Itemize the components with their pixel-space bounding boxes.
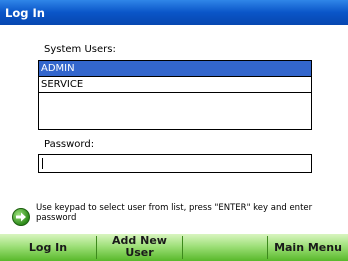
bottom-toolbar: Log In Add New User Main Menu — [0, 234, 348, 261]
add-new-user-button-label: Add New User — [112, 234, 167, 259]
main-menu-button[interactable]: Main Menu — [268, 234, 348, 261]
password-field[interactable] — [38, 154, 312, 173]
system-users-label: System Users: — [44, 44, 116, 55]
main-menu-button-label: Main Menu — [274, 241, 342, 254]
window-title: Log In — [5, 6, 45, 20]
help-hint: Use keypad to select user from list, pre… — [12, 203, 342, 230]
add-new-user-button[interactable]: Add New User — [97, 234, 182, 261]
blank-softkey[interactable] — [183, 234, 267, 261]
help-text: Use keypad to select user from list, pre… — [36, 203, 313, 223]
user-list[interactable]: ADMIN SERVICE — [38, 60, 312, 130]
user-list-item-service[interactable]: SERVICE — [39, 77, 311, 93]
title-bar: Log In — [0, 0, 348, 25]
login-button-label: Log In — [28, 241, 68, 254]
user-list-item-admin[interactable]: ADMIN — [39, 61, 311, 77]
text-caret — [42, 158, 43, 169]
password-label: Password: — [44, 139, 95, 150]
green-arrow-icon — [12, 208, 30, 226]
login-button[interactable]: Log In — [0, 234, 96, 261]
